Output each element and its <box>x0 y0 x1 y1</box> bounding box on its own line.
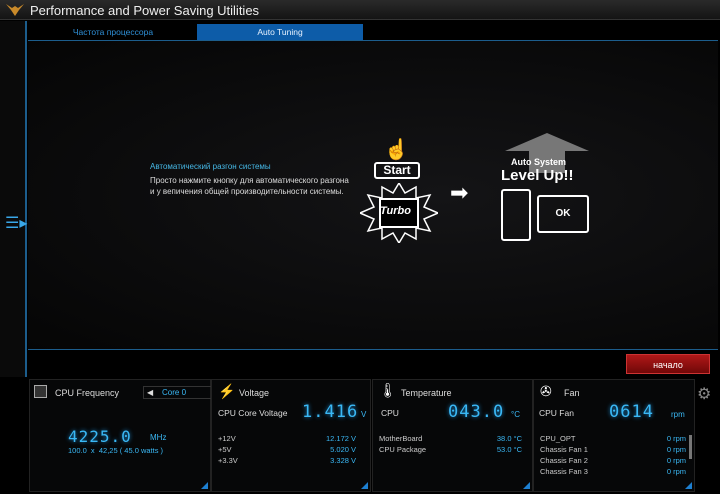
hand-pointer-icon: ☝ <box>384 139 409 161</box>
fan-unit: rpm <box>671 410 685 419</box>
auto-description: Просто нажмите кнопку для автоматическог… <box>150 176 349 196</box>
monitor-icon: OK <box>537 195 589 233</box>
temp-row: MotherBoard 38.0 °C <box>379 434 522 443</box>
cpu-temp-value: 043.0 <box>448 402 505 422</box>
cpu-frequency-value: 4225.0 <box>68 427 132 446</box>
title-bar: Performance and Power Saving Utilities <box>0 0 720 20</box>
fan-row: Chassis Fan 30 rpm <box>540 467 686 476</box>
cpu-fan-label: CPU Fan <box>539 408 574 418</box>
panel-title: CPU Frequency <box>55 388 120 398</box>
settings-gear-icon[interactable]: ⚙ <box>697 384 711 404</box>
cpu-temp-label: CPU <box>381 408 399 418</box>
menu-expand-icon[interactable]: ☰▸ <box>5 213 27 233</box>
start-auto-tuning-button[interactable]: начало <box>626 354 710 374</box>
tuf-logo-icon <box>6 4 24 16</box>
expand-corner[interactable] <box>361 482 368 489</box>
voltage-unit: V <box>361 410 367 419</box>
prev-core-icon[interactable]: ◀ <box>147 388 153 397</box>
cpu-core-voltage-label: CPU Core Voltage <box>218 408 288 418</box>
level-up-illustration: Auto System Level Up!! OK <box>497 133 597 245</box>
tab-cpu-frequency[interactable]: Частота процессора <box>30 24 196 40</box>
lightning-icon: ⚡ <box>218 383 236 399</box>
expand-corner[interactable] <box>523 482 530 489</box>
temp-row: CPU Package 53.0 °C <box>379 445 522 454</box>
fan-row: Chassis Fan 20 rpm <box>540 456 686 465</box>
start-key: Start <box>374 162 420 179</box>
fan-panel: ✇ Fan CPU Fan 0614 rpm CPU_OPT 0 rpm Chas… <box>533 379 695 492</box>
auto-heading: Автоматический разгон системы <box>150 162 271 171</box>
cpu-fan-value: 0614 <box>609 402 654 422</box>
start-turbo-illustration[interactable]: ☝ Start Turbo <box>356 135 441 245</box>
temperature-panel: 🌡 Temperature CPU 043.0 °C MotherBoard 38… <box>372 379 533 492</box>
temp-unit: °C <box>511 410 520 419</box>
fan-row: Chassis Fan 10 rpm <box>540 445 686 454</box>
voltage-row: +12V 12.172 V <box>218 434 356 443</box>
panel-title: Voltage <box>239 388 270 398</box>
core-value: Core 0 <box>162 388 187 397</box>
cpu-frequency-unit: MHz <box>150 433 167 442</box>
side-rail: ☰▸ <box>0 21 27 377</box>
turbo-label: Turbo <box>380 205 411 217</box>
level-up-text: Level Up!! <box>501 167 574 184</box>
panel-title: Fan <box>564 388 580 398</box>
fan-icon: ✇ <box>540 383 552 399</box>
expand-corner[interactable] <box>201 482 208 489</box>
window-title: Performance and Power Saving Utilities <box>30 3 260 18</box>
pc-tower-icon <box>501 189 531 241</box>
fan-list-scrollbar[interactable] <box>689 435 692 459</box>
auto-system-text: Auto System <box>511 157 567 167</box>
voltage-panel: ⚡ Voltage CPU Core Voltage 1.416 V +12V 1… <box>211 379 371 492</box>
cpu-chip-icon <box>34 385 47 398</box>
cpu-core-voltage-value: 1.416 <box>302 402 359 422</box>
panel-title: Temperature <box>401 388 452 398</box>
thermometer-icon: 🌡 <box>379 382 397 398</box>
voltage-row: +3.3V 3.328 V <box>218 456 356 465</box>
cpu-frequency-detail: 100.0 x 42,25 ( 45.0 watts ) <box>68 446 164 455</box>
cpu-frequency-panel: CPU Frequency ◀ Core 0 ▶ 4225.0 MHz 100.… <box>29 379 236 492</box>
tab-auto-tuning[interactable]: Auto Tuning <box>197 24 363 40</box>
expand-corner[interactable] <box>685 482 692 489</box>
fan-row: CPU_OPT 0 rpm <box>540 434 686 443</box>
voltage-row: +5V 5.020 V <box>218 445 356 454</box>
arrow-right-icon: ➡ <box>450 180 469 205</box>
